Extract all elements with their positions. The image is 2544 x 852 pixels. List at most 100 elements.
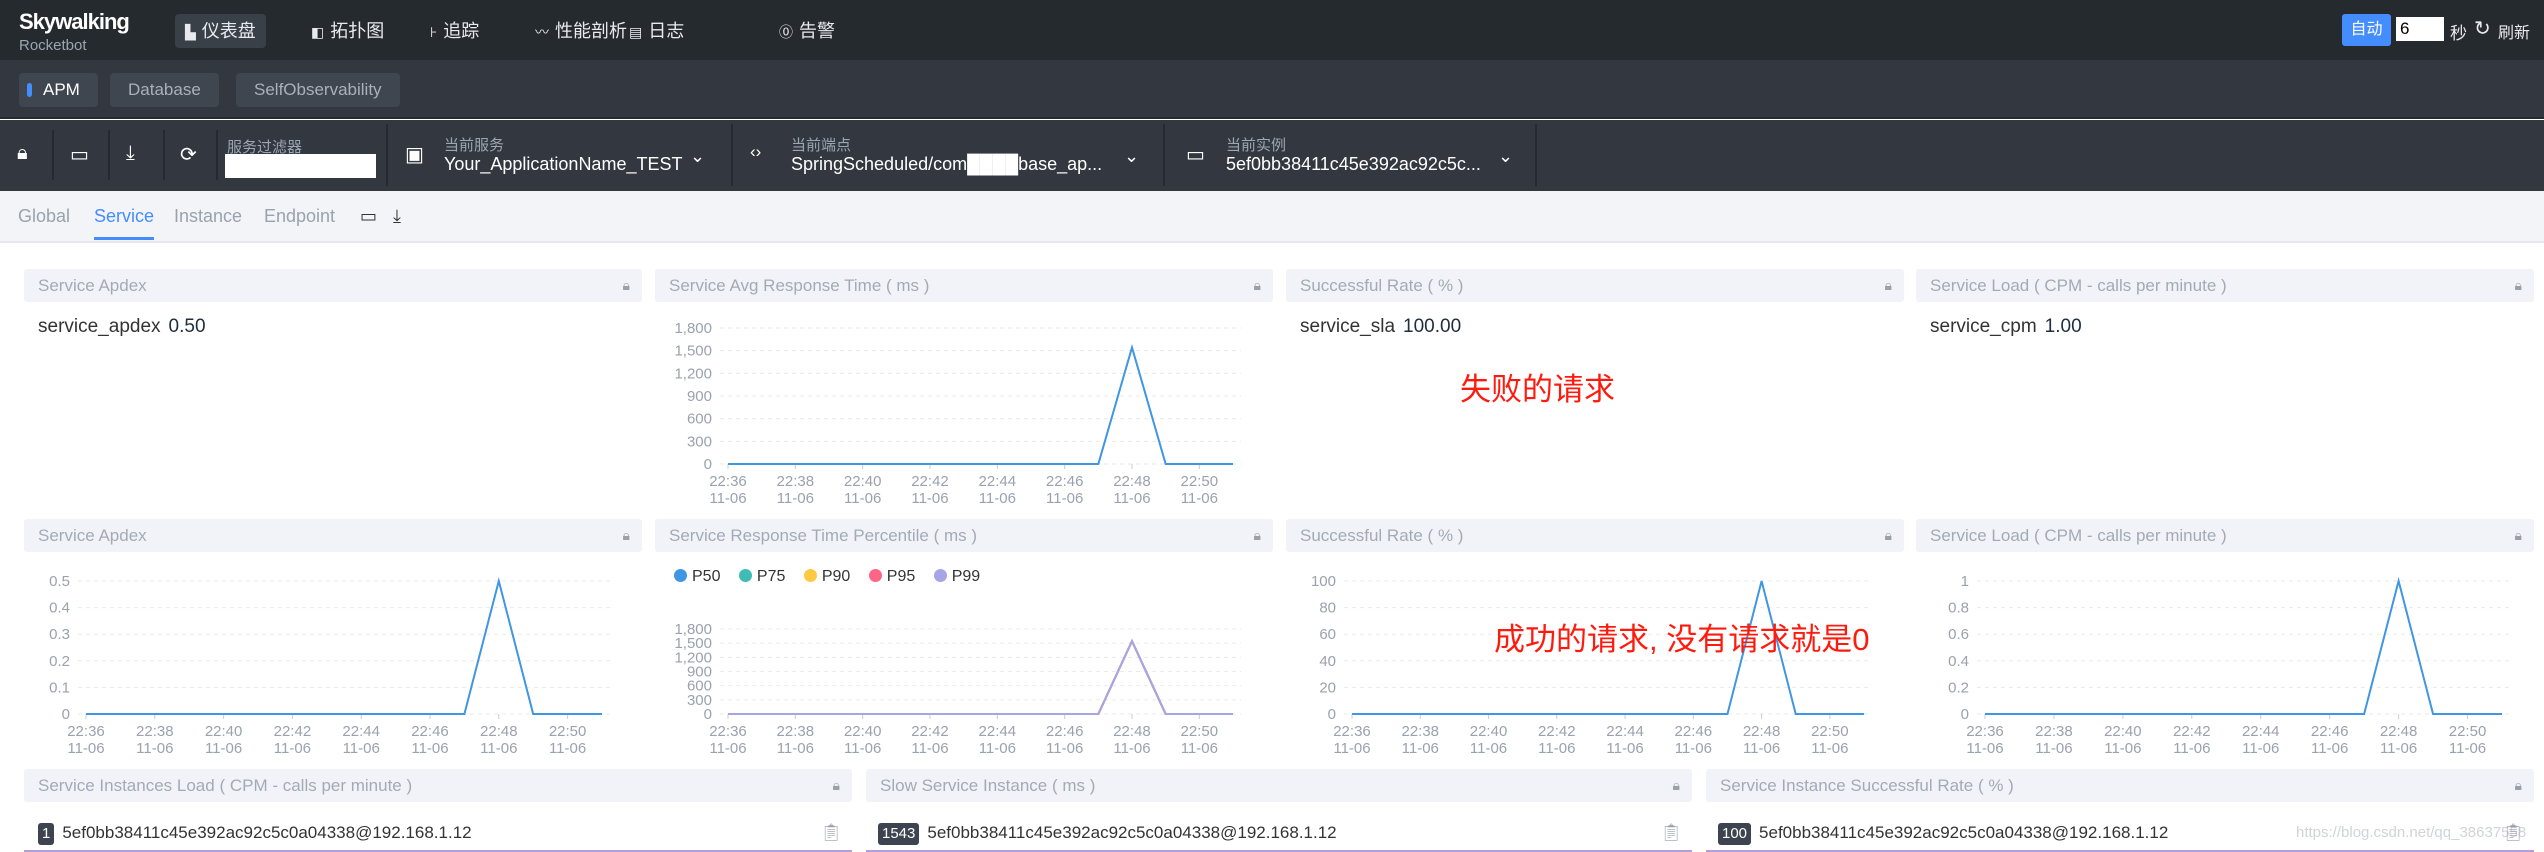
x-tick-label: 22:46 — [411, 723, 449, 740]
x-tick-sublabel: 11-06 — [1538, 740, 1575, 757]
x-tick-label: 22:40 — [844, 473, 882, 490]
x-tick-label: 22:48 — [1113, 723, 1151, 740]
divider — [216, 130, 218, 180]
avg-response-time-chart: 03006009001,2001,5001,80022:3611-0622:38… — [674, 320, 1241, 507]
tab-instance[interactable]: Instance — [174, 206, 242, 237]
refresh-interval-input[interactable] — [2396, 17, 2444, 41]
x-tick-label: 22:40 — [205, 723, 243, 740]
folder-icon[interactable]: ▭ — [70, 142, 89, 167]
x-tick-label: 22:44 — [979, 723, 1017, 740]
value-badge: 1543 — [878, 823, 920, 845]
lock-icon[interactable]: 🔒︎ — [2515, 519, 2522, 552]
lock-icon[interactable]: 🔒︎ — [1254, 269, 1261, 302]
nav-topology[interactable]: ◧ 拓扑图 — [301, 14, 394, 48]
x-tick-sublabel: 11-06 — [911, 740, 948, 757]
service-filter-input[interactable] — [225, 154, 376, 178]
tab-service[interactable]: Service — [94, 206, 155, 240]
lock-icon[interactable]: 🔒︎ — [1254, 519, 1261, 552]
download-icon[interactable]: ⤓ — [126, 142, 135, 165]
nav-dashboard[interactable]: ▙ 仪表盘 — [175, 14, 266, 48]
nav-alarm[interactable]: ⓪ 告警 — [769, 14, 845, 48]
chevron-down-icon[interactable]: ⌄ — [1124, 146, 1139, 167]
auto-refresh-button[interactable]: 自动 — [2342, 14, 2391, 46]
x-tick-label: 22:44 — [2242, 723, 2280, 740]
y-tick-label: 0 — [704, 456, 712, 473]
metric: service_sla 100.00 — [1300, 316, 1904, 338]
lock-icon[interactable]: 🔒︎ — [2515, 769, 2522, 802]
x-tick-sublabel: 11-06 — [844, 740, 881, 757]
x-tick-label: 22:42 — [911, 473, 949, 490]
card-title: Service Response Time Percentile ( ms ) 🔒… — [655, 519, 1273, 552]
x-tick-label: 22:38 — [1401, 723, 1439, 740]
card-apdex-chart: Service Apdex 🔒︎ 0 0.1 0.2 0.3 0.4 0.5 22:36 11-… — [24, 519, 642, 757]
x-tick-sublabel: 11-06 — [2035, 740, 2072, 757]
metric-value: 100.00 — [1403, 316, 1462, 337]
group-apm[interactable]: APM — [19, 73, 98, 107]
divider — [52, 130, 54, 180]
lock-icon[interactable]: 🔒︎ — [2515, 269, 2522, 302]
lock-icon[interactable]: 🔒︎ — [1885, 269, 1892, 302]
card-successful-rate: Successful Rate ( % ) 🔒︎ service_sla 100.0… — [1286, 269, 1904, 338]
list-item[interactable]: 1543 5ef0bb38411c45e392ac92c5c0a04338@192… — [866, 819, 1692, 852]
card-title-text: Service Apdex — [38, 276, 147, 295]
download-icon[interactable]: ⤓ — [393, 206, 401, 237]
x-tick-sublabel: 11-06 — [2380, 740, 2417, 757]
list-item[interactable]: 100 5ef0bb38411c45e392ac92c5c0a04338@192.… — [1706, 819, 2534, 852]
nav-trace[interactable]: ⊦ 追踪 — [420, 14, 489, 48]
x-tick-label: 22:46 — [1046, 723, 1084, 740]
annotation-failed: 失败的请求 — [1460, 372, 1615, 407]
x-tick-label: 22:48 — [2380, 723, 2418, 740]
x-tick-label: 22:50 — [1811, 723, 1849, 740]
refresh-button[interactable]: 刷新 — [2498, 19, 2530, 43]
x-tick-sublabel: 11-06 — [979, 490, 1016, 507]
clipboard-icon[interactable]: 📋︎ — [2502, 819, 2524, 847]
lock-icon[interactable]: 🔒︎ — [17, 142, 28, 165]
tab-endpoint[interactable]: Endpoint — [264, 206, 335, 237]
card-title-text: Successful Rate ( % ) — [1300, 276, 1464, 295]
lock-icon[interactable]: 🔒︎ — [1673, 769, 1680, 802]
lock-icon[interactable]: 🔒︎ — [833, 769, 840, 802]
folder-icon[interactable]: ▭ — [360, 206, 377, 237]
lock-icon[interactable]: 🔒︎ — [1885, 519, 1892, 552]
chevron-down-icon[interactable]: ⌄ — [1498, 146, 1513, 167]
reload-icon[interactable]: ⟳ — [180, 142, 197, 167]
y-tick-label: 100 — [1311, 573, 1336, 590]
instance-select[interactable]: 5ef0bb38411c45e392ac92c5c... — [1226, 154, 1481, 175]
x-tick-sublabel: 11-06 — [1966, 740, 2003, 757]
clipboard-icon[interactable]: 📋︎ — [1660, 819, 1682, 847]
clipboard-icon[interactable]: 📋︎ — [820, 819, 842, 847]
x-tick-sublabel: 11-06 — [136, 740, 173, 757]
card-title-text: Service Instance Successful Rate ( % ) — [1720, 776, 2014, 795]
list-item[interactable]: 1 5ef0bb38411c45e392ac92c5c0a04338@192.16… — [24, 819, 852, 852]
group-selfobservability[interactable]: SelfObservability — [236, 73, 400, 107]
service-select[interactable]: Your_ApplicationName_TEST — [444, 154, 682, 175]
nav-log[interactable]: ▤ 日志 — [619, 14, 694, 48]
card-percentile: Service Response Time Percentile ( ms ) 🔒… — [655, 519, 1273, 757]
lock-icon[interactable]: 🔒︎ — [623, 269, 630, 302]
refresh-icon[interactable]: ↻ — [2474, 16, 2491, 41]
tab-global[interactable]: Global — [18, 206, 70, 237]
lock-icon[interactable]: 🔒︎ — [623, 519, 630, 552]
x-tick-label: 22:38 — [136, 723, 174, 740]
divider — [108, 130, 110, 180]
x-tick-sublabel: 11-06 — [411, 740, 448, 757]
card-title-text: Service Instances Load ( CPM - calls per… — [38, 776, 413, 795]
x-tick-sublabel: 11-06 — [777, 490, 814, 507]
instance-name: 5ef0bb38411c45e392ac92c5c0a04338@192.168… — [62, 823, 472, 842]
series-line-value — [728, 343, 1233, 465]
y-tick-label: 40 — [1319, 653, 1336, 670]
chevron-down-icon[interactable]: ⌄ — [690, 146, 705, 167]
x-tick-sublabel: 11-06 — [911, 490, 948, 507]
profile-icon: 〰 — [535, 24, 549, 40]
endpoint-select[interactable]: SpringScheduled/com████base_ap... — [791, 154, 1102, 175]
x-tick-sublabel: 11-06 — [2242, 740, 2279, 757]
y-tick-label: 0 — [62, 706, 70, 723]
y-tick-label: 1,500 — [674, 343, 712, 360]
y-tick-label: 0 — [1961, 706, 1969, 723]
divider — [163, 130, 165, 180]
card-title-text: Slow Service Instance ( ms ) — [880, 776, 1096, 795]
toolbar: 🔒︎ ▭ ⤓ ⟳ 服务过滤器 ▣ 当前服务 Your_ApplicationNa… — [0, 120, 2544, 191]
x-tick-label: 22:40 — [2104, 723, 2142, 740]
group-database[interactable]: Database — [110, 73, 219, 107]
x-tick-sublabel: 11-06 — [67, 740, 104, 757]
